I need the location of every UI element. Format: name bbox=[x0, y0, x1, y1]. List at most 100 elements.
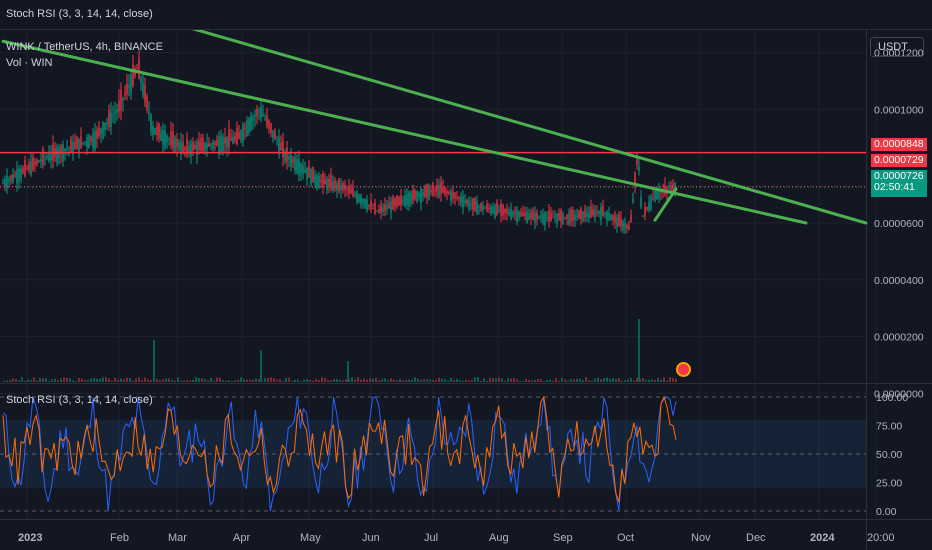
candle-body bbox=[520, 211, 522, 216]
candle-body bbox=[560, 209, 562, 222]
volume-bar bbox=[408, 379, 410, 382]
candle-body bbox=[330, 175, 332, 190]
volume-bar bbox=[18, 380, 20, 382]
candle-body bbox=[138, 57, 140, 79]
volume-bar bbox=[225, 380, 227, 382]
volume-bar bbox=[195, 377, 197, 382]
volume-bar bbox=[219, 377, 221, 382]
volume-bar bbox=[372, 378, 374, 382]
candle-body bbox=[428, 187, 430, 200]
candle-body bbox=[236, 127, 238, 145]
volume-bar bbox=[618, 378, 620, 382]
candle-body bbox=[34, 161, 36, 166]
flag-icon[interactable] bbox=[676, 362, 691, 377]
candle-body bbox=[92, 133, 94, 148]
candle-body bbox=[8, 178, 10, 182]
volume-bar bbox=[453, 379, 455, 382]
volume-bar bbox=[648, 379, 650, 382]
volume-bar bbox=[252, 379, 254, 382]
volume-bar bbox=[264, 378, 266, 382]
candle-body bbox=[316, 175, 318, 187]
symbol-legend[interactable]: WINK / TetherUS, 4h, BINANCE bbox=[6, 41, 163, 53]
candle-body bbox=[506, 209, 508, 214]
candle-body bbox=[238, 132, 240, 140]
volume-bar bbox=[297, 379, 299, 382]
candle-body bbox=[630, 214, 632, 222]
candle-body bbox=[46, 156, 48, 158]
candle-body bbox=[364, 198, 366, 208]
candle-body bbox=[82, 142, 84, 144]
volume-bar bbox=[588, 380, 590, 382]
indicator-title[interactable]: Stoch RSI (3, 3, 14, 14, close) bbox=[6, 8, 153, 20]
volume-bar bbox=[393, 379, 395, 382]
volume-bar bbox=[651, 379, 653, 382]
candle-body bbox=[90, 136, 92, 142]
candle-body bbox=[482, 205, 484, 212]
candle-body bbox=[132, 63, 134, 86]
candle-body bbox=[654, 190, 656, 202]
volume-bar bbox=[549, 379, 551, 382]
candle-body bbox=[126, 83, 128, 95]
volume-bar bbox=[612, 377, 614, 382]
candle-body bbox=[550, 212, 552, 221]
candle-body bbox=[514, 213, 516, 215]
volume-bar bbox=[99, 378, 101, 382]
stoch-legend[interactable]: Stoch RSI (3, 3, 14, 14, close) bbox=[6, 394, 153, 406]
volume-bar bbox=[276, 379, 278, 382]
volume-spike bbox=[347, 361, 349, 382]
volume-bar bbox=[363, 378, 365, 382]
time-tick-label: Mar bbox=[168, 532, 187, 544]
candle-body bbox=[668, 189, 670, 191]
time-tick-label: Jul bbox=[424, 532, 438, 544]
volume-bar bbox=[24, 380, 26, 382]
candle-body bbox=[386, 206, 388, 210]
volume-bar bbox=[477, 377, 479, 382]
time-tick-label: Aug bbox=[489, 532, 509, 544]
volume-bar bbox=[51, 379, 53, 382]
candle-body bbox=[240, 130, 242, 140]
candle-body bbox=[22, 167, 24, 174]
volume-bar bbox=[102, 377, 104, 382]
volume-bar bbox=[384, 378, 386, 382]
candle-body bbox=[176, 139, 178, 148]
volume-legend[interactable]: Vol · WIN bbox=[6, 57, 52, 69]
volume-bar bbox=[375, 377, 377, 382]
volume-bar bbox=[315, 378, 317, 382]
candle-body bbox=[422, 192, 424, 197]
volume-bar bbox=[669, 377, 671, 382]
time-tick-label: 20:00 bbox=[867, 532, 895, 544]
candle-body bbox=[462, 196, 464, 208]
candle-body bbox=[86, 137, 88, 148]
volume-bar bbox=[537, 378, 539, 382]
volume-bar bbox=[576, 378, 578, 382]
volume-bar bbox=[660, 379, 662, 382]
candle-body bbox=[518, 211, 520, 219]
candle-body bbox=[144, 85, 146, 103]
candle-body bbox=[260, 107, 262, 118]
price-tick-label: 0.0000600 bbox=[874, 218, 924, 230]
volume-bar bbox=[630, 377, 632, 382]
volume-bar bbox=[360, 379, 362, 382]
candle-body bbox=[586, 212, 588, 217]
candle-body bbox=[36, 159, 38, 165]
chart-canvas: 0.00012000.00010000.00006000.00004000.00… bbox=[0, 5, 932, 550]
candle-body bbox=[232, 136, 234, 144]
price-tag-last: 0.0000726 02:50:41 bbox=[871, 170, 927, 197]
volume-bar bbox=[132, 380, 134, 382]
candle-body bbox=[320, 180, 322, 183]
candle-body bbox=[308, 166, 310, 178]
candle-body bbox=[110, 112, 112, 128]
price-tag-mid: 0.0000729 bbox=[871, 154, 927, 167]
candle-body bbox=[446, 190, 448, 194]
candle-body bbox=[198, 141, 200, 151]
volume-bar bbox=[609, 378, 611, 382]
currency-selector[interactable]: USDT bbox=[870, 37, 924, 57]
candle-body bbox=[412, 189, 414, 201]
volume-bar bbox=[258, 379, 260, 382]
candle-body bbox=[230, 138, 232, 141]
candle-body bbox=[124, 93, 126, 96]
volume-bar bbox=[21, 377, 23, 382]
volume-bar bbox=[543, 380, 545, 382]
volume-bar bbox=[339, 380, 341, 382]
candle-body bbox=[540, 216, 542, 219]
